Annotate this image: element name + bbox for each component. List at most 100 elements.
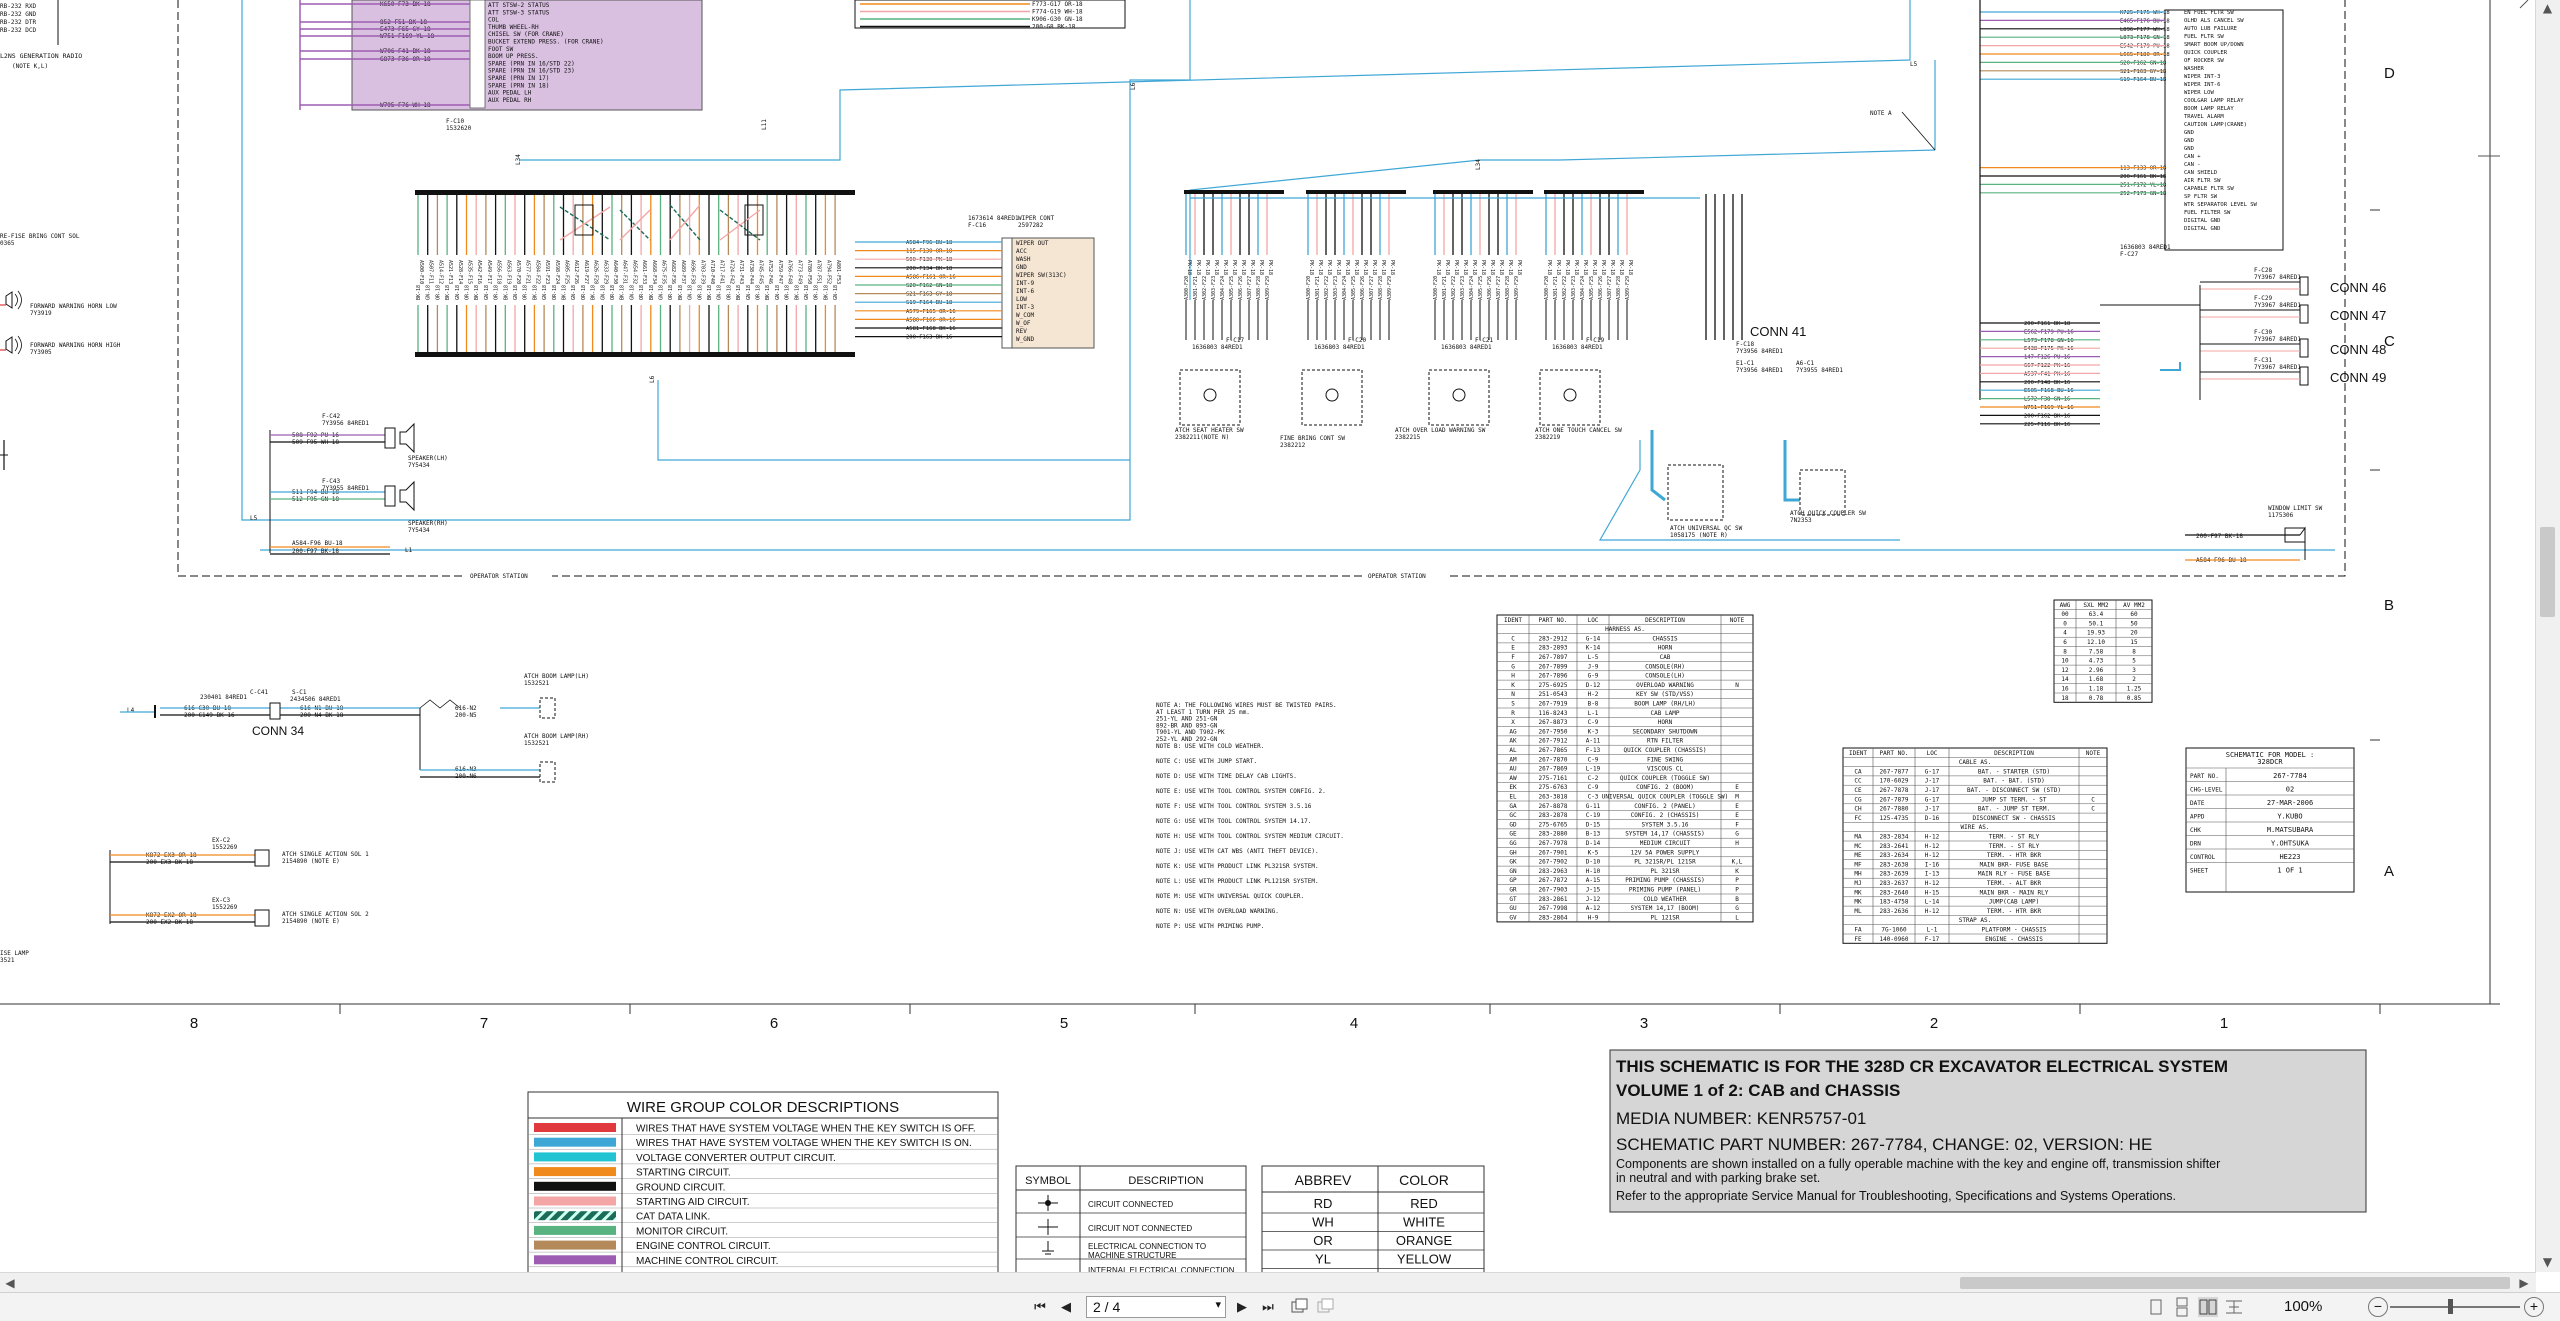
switch-wire-label: PK-18 [1498,260,1504,275]
note-text: NOTE L: USE WITH PRODUCT LINK PL121SR SY… [1156,878,1319,885]
note-text: NOTE G: USE WITH TOOL CONTROL SYSTEM 14.… [1156,818,1311,825]
sol-label: 2154890 (NOTE E) [282,918,340,925]
conn-41-ref: E1-C1 [1736,360,1754,367]
conn-plug [2299,338,2309,358]
harness-table-cell: GR [1509,887,1517,894]
conn-41-label: CONN 41 [1750,324,1806,339]
wire-group-label: WIRES THAT HAVE SYSTEM VOLTAGE WHEN THE … [636,1138,972,1149]
right-pin-label: BOOM LAMP RELAY [2184,106,2234,112]
sol-label: ATCH SINGLE ACTION SOL 2 [282,911,369,918]
scroll-right-button[interactable]: ▶ [2516,1275,2532,1291]
fit-page-button[interactable] [2224,1297,2244,1317]
conn-41-blue-wire [1783,440,1800,502]
ref-label: L6 [649,375,656,383]
right-pin-label: AIR FLTR SW [2184,178,2221,184]
right-blue-wire [2160,362,2181,371]
previous-page-button[interactable]: ◀ [1056,1297,1076,1317]
harness-table-cell: SECONDARY SHUTDOWN [1632,728,1697,735]
purple-pin-label: AUX PEDAL RH [488,97,532,104]
awg-table-cell: 8 [2063,648,2067,655]
next-page-button[interactable]: ▶ [1232,1297,1252,1317]
harness-wire-label: BK-18 [591,285,597,300]
harness-table-cell: E [1511,645,1515,652]
vertical-scrollbar[interactable]: ▲ ▼ [2535,0,2560,1272]
scroll-up-button[interactable]: ▲ [2539,0,2556,16]
cable-table-cell: JUMP(CAB LAMP) [1989,899,2040,906]
right-pin-label: CAUTION LAMP(CRANE) [2184,122,2247,128]
title-block-value: Y.OHTSUKA [2271,840,2310,848]
info-line: SCHEMATIC PART NUMBER: 267-7784, CHANGE:… [1616,1135,2152,1154]
grid-number: 2 [1930,1015,1938,1032]
zoom-slider[interactable] [2390,1306,2520,1308]
title-block-key: CHK [2190,827,2201,834]
horizontal-scrollbar[interactable]: ◀ ▶ [0,1272,2536,1293]
conn-ref: F-C27 [2120,251,2138,258]
horizontal-scroll-thumb[interactable] [1960,1277,2510,1289]
single-page-icon [2150,1299,2162,1315]
cable-table-cell: JUMP ST TERM. - ST [1981,796,2046,803]
scroll-left-button[interactable]: ◀ [2,1275,18,1291]
wire-group-swatch [534,1225,616,1235]
awg-table-cell: 0 [2063,620,2067,627]
harness-table-cell: L [1735,914,1739,921]
harness-table-section: HARNESS AS. [1605,626,1645,633]
switch-contact [1452,388,1466,402]
grid-number: 5 [1060,1015,1068,1032]
abbrev-code: YL [1315,1252,1331,1267]
switch-wire-label: A300-F20 [1433,276,1439,300]
last-page-button[interactable]: ⏭ [1258,1297,1278,1317]
scroll-down-button[interactable]: ▼ [2539,1254,2556,1270]
harness-table-cell: P [1735,877,1739,884]
switch-wire-label: A308-F28 [1616,276,1622,300]
switch-wire-label: PK-18 [1444,260,1450,275]
page-icon-button[interactable] [1290,1297,1310,1317]
harness-wire-label: A654-F32 [631,260,637,284]
continuous-view-button[interactable] [2172,1297,2192,1317]
harness-wire-label: A514-F12 [437,260,443,284]
harness-wire-label: A745-F45 [758,260,764,284]
page-number-field[interactable]: 2 / 4 ▾ [1086,1296,1226,1318]
speaker-ref: F-C43 [322,478,340,485]
info-line: Refer to the appropriate Service Manual … [1616,1189,2176,1203]
wiper-ref: WIPER CONT [1018,215,1055,222]
first-page-button[interactable]: ⏮ [1030,1297,1050,1317]
harness-wire-label: OR-18 [668,285,674,300]
harness-table-cell: E [1735,784,1739,791]
vertical-scroll-thumb[interactable] [2540,527,2555,617]
chevron-down-icon[interactable]: ▾ [1215,1298,1221,1311]
zoom-level: 100% [2284,1298,2323,1315]
cable-table-cell: CE [1854,787,1862,794]
harness-table-header: DESCRIPTION [1645,617,1685,624]
attach-switch-label: 1058175 (NOTE R) [1670,532,1728,539]
harness-wire-label: GN-18 [571,285,577,300]
switch-wire-label: A305-F25 [1589,276,1595,300]
switch-wire-label: PK-18 [1344,260,1350,275]
cable-table-section: STRAP AS. [1959,917,1992,924]
page-icon-button-2[interactable] [1316,1297,1336,1317]
purple-pin-label: BOOM UP PRESS. [488,53,539,60]
harness-wire-label: GN-18 [629,285,635,300]
switch-harness-bus [1544,190,1644,194]
single-page-view-button[interactable] [2146,1297,2166,1317]
switch-wire-label: A300-F20 [1184,276,1190,300]
document-viewport[interactable]: 8 7 6 5 4 3 2 1 D C B A RB-232 RXD RB-232 GND RB-232 D… [0,0,2536,1272]
harness-wire-label: A563-F19 [505,260,511,284]
harness-table-cell: GN [1509,868,1517,875]
harness-wire-label: OR-18 [756,285,762,300]
switch-ref: F-C17 [1226,337,1244,344]
zoom-in-button[interactable]: + [2524,1297,2544,1317]
zoom-out-button[interactable]: − [2368,1297,2388,1317]
sol-ref: EX-C3 [212,897,230,904]
boom-lamp-label: ATCH BOOM LAMP(LH) [524,673,589,680]
harness-table-cell: GK [1509,859,1517,866]
zoom-slider-thumb[interactable] [2448,1299,2453,1314]
boom-lamp-label: ATCH BOOM LAMP(RH) [524,733,589,740]
info-line: VOLUME 1 of 2: CAB and CHASSIS [1616,1081,1900,1100]
switch-dashed-box [1301,369,1363,426]
harness-table-cell: A-15 [1586,877,1601,884]
harness-wire-label: GN-18 [600,285,606,300]
title-block-key: DRN [2190,841,2201,848]
cable-table-header: PART NO. [1880,750,1909,757]
harness-table-cell: H [1511,673,1515,680]
two-page-view-button[interactable] [2198,1297,2218,1317]
